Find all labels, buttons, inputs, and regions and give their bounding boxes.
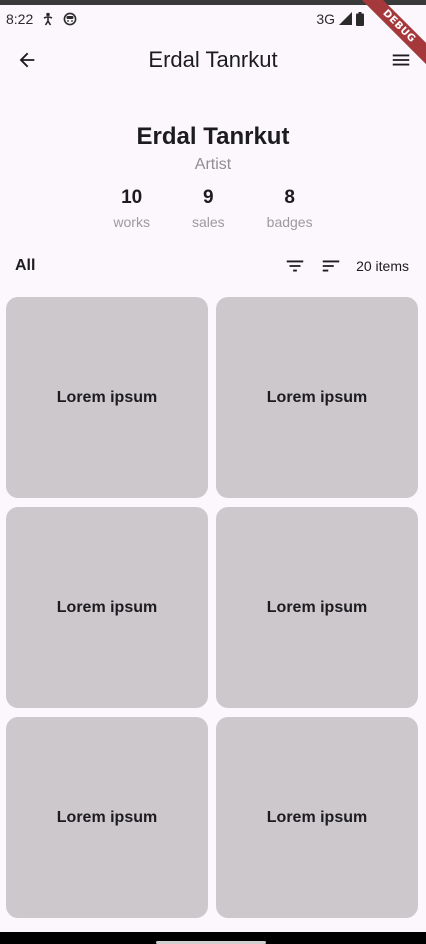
filter-all-label[interactable]: All: [15, 257, 35, 275]
work-card-label: Lorem ipsum: [56, 388, 158, 406]
stat-label: works: [113, 214, 150, 230]
status-time: 8:22: [6, 10, 34, 27]
profile-header: Erdal Tanrkut Artist: [0, 120, 426, 174]
work-card-label: Lorem ipsum: [266, 808, 368, 826]
stat-sales: 9 sales: [192, 186, 225, 230]
work-card[interactable]: Lorem ipsum: [216, 507, 418, 708]
profile-role: Artist: [194, 156, 232, 173]
work-card[interactable]: Lorem ipsum: [216, 717, 418, 918]
menu-button[interactable]: [388, 47, 414, 73]
app-bar: Erdal Tanrkut: [0, 32, 426, 88]
work-card-label: Lorem ipsum: [56, 808, 158, 826]
stat-value: 8: [284, 187, 295, 208]
work-card-label: Lorem ipsum: [266, 598, 368, 616]
face-icon: [63, 12, 77, 26]
accessibility-icon: [42, 12, 54, 26]
stat-value: 9: [203, 187, 214, 208]
profile-name: Erdal Tanrkut: [136, 123, 290, 150]
work-card[interactable]: Lorem ipsum: [6, 717, 208, 918]
stat-label: sales: [191, 214, 225, 230]
items-count: 20 items: [356, 258, 409, 274]
sort-icon: [322, 260, 340, 272]
work-card[interactable]: Lorem ipsum: [6, 507, 208, 708]
network-type: 3G: [316, 10, 335, 27]
work-card[interactable]: Lorem ipsum: [6, 297, 208, 498]
stat-value: 10: [121, 187, 143, 208]
status-bar: 8:22 3G: [0, 5, 426, 32]
back-button[interactable]: [14, 47, 40, 73]
arrow-back-icon: [19, 52, 35, 68]
works-grid: Lorem ipsum Lorem ipsum Lorem ipsum Lore…: [6, 297, 418, 918]
filter-button[interactable]: [282, 253, 308, 279]
work-card[interactable]: Lorem ipsum: [216, 297, 418, 498]
filter-bar: All 20 items: [0, 252, 426, 280]
menu-icon: [392, 54, 410, 66]
profile-stats: 10 works 9 sales 8 badges: [0, 186, 426, 230]
stat-label: badges: [266, 214, 313, 230]
sort-button[interactable]: [318, 253, 344, 279]
work-card-label: Lorem ipsum: [266, 388, 368, 406]
stat-badges: 8 badges: [267, 186, 313, 230]
stat-works: 10 works: [113, 186, 150, 230]
battery-icon: [356, 11, 364, 26]
work-card-label: Lorem ipsum: [56, 598, 158, 616]
page-title: Erdal Tanrkut: [148, 47, 278, 72]
signal-icon: [339, 12, 352, 25]
filter-icon: [286, 260, 304, 272]
